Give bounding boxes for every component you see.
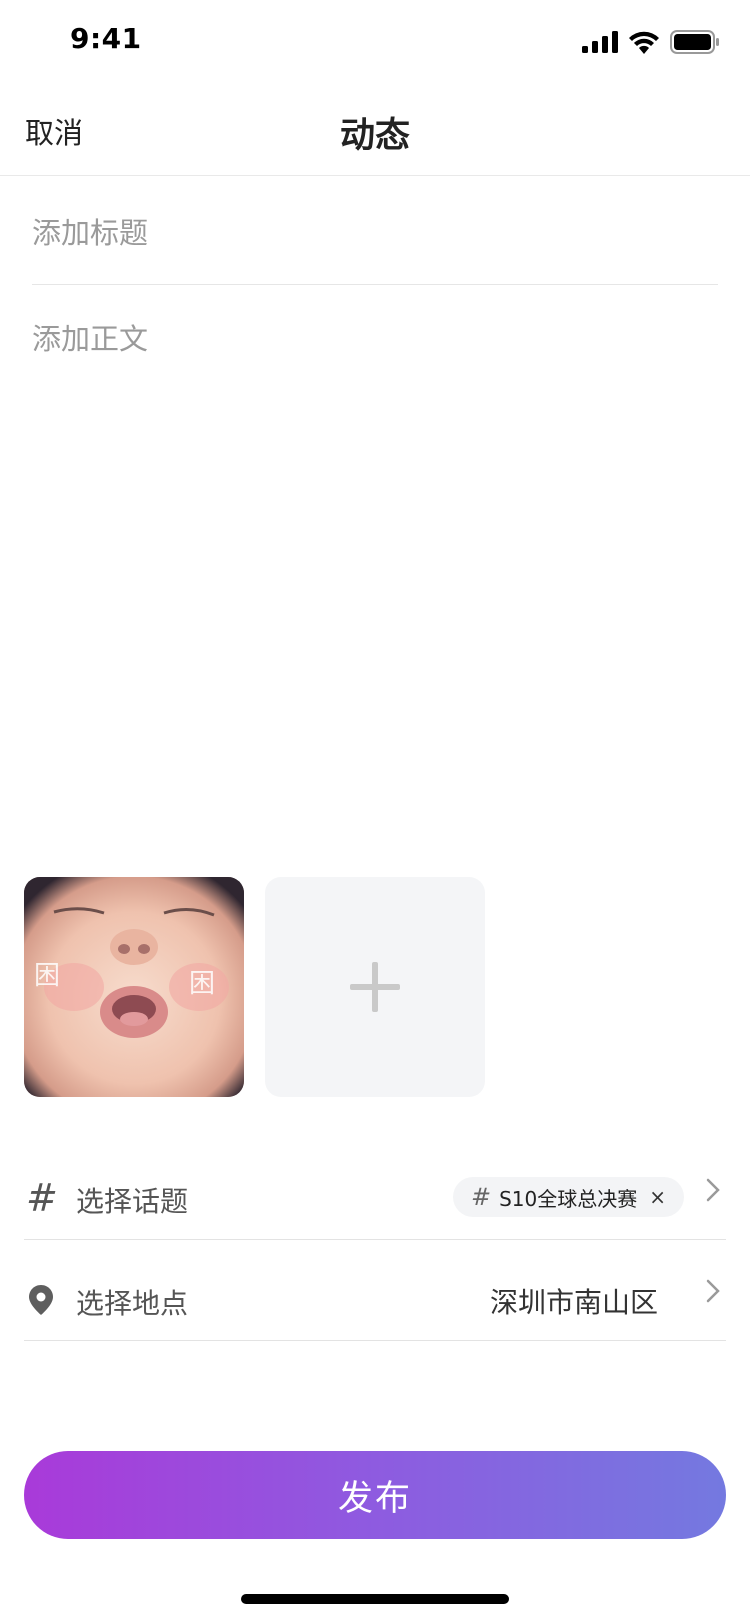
page-title: 动态: [339, 116, 410, 156]
selected-topic-text: S10全球总决赛: [499, 1186, 638, 1211]
photo-stamp-right: 困: [189, 969, 216, 999]
title-divider: [32, 284, 718, 285]
status-time: 9:41: [70, 22, 142, 55]
status-icons: [582, 30, 720, 54]
location-divider: [24, 1340, 726, 1341]
title-input[interactable]: [32, 205, 718, 261]
plus-icon: [350, 962, 400, 1012]
home-indicator: [241, 1594, 509, 1604]
hash-icon: #: [26, 1176, 58, 1220]
topic-divider: [24, 1239, 726, 1240]
add-photo-button[interactable]: [265, 877, 485, 1097]
publish-button[interactable]: 发布: [24, 1451, 726, 1539]
location-value: 深圳市南山区: [489, 1286, 658, 1319]
chip-hash-icon: #: [471, 1183, 492, 1211]
wifi-icon: [629, 31, 659, 54]
location-chevron-icon: [705, 1277, 721, 1312]
body-input[interactable]: [32, 316, 718, 836]
location-pin-icon: [28, 1284, 54, 1320]
signal-icon: [582, 31, 618, 53]
selected-topic-chip[interactable]: # S10全球总决赛 ×: [453, 1177, 685, 1217]
nav-divider: [0, 175, 750, 176]
topic-label: 选择话题: [76, 1185, 189, 1218]
location-label: 选择地点: [76, 1287, 189, 1320]
photo-stamp-left: 困: [34, 961, 61, 991]
battery-icon: [670, 30, 719, 54]
topic-chevron-icon: [705, 1176, 721, 1211]
attached-photo[interactable]: 困 困: [24, 877, 244, 1097]
remove-topic-icon[interactable]: ×: [649, 1185, 666, 1209]
